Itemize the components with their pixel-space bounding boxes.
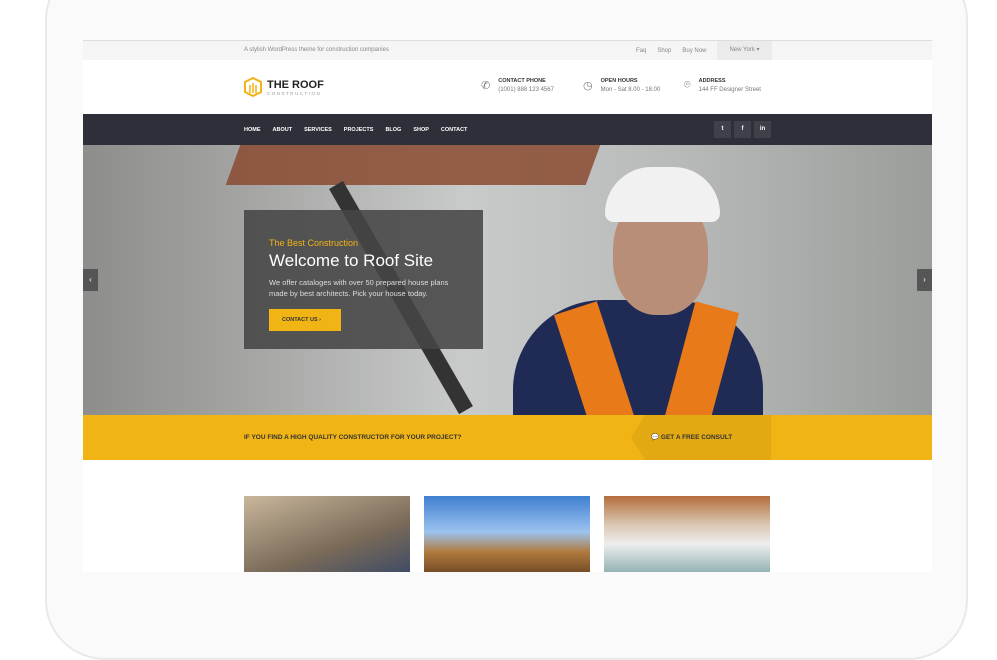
facebook-icon[interactable]: f: [734, 121, 751, 138]
card-image[interactable]: [244, 496, 410, 572]
linkedin-icon[interactable]: in: [754, 121, 771, 138]
info-value: (1001) 888 123 4567: [498, 87, 554, 93]
info-label: CONTACT PHONE: [498, 78, 546, 84]
chat-icon: 💬: [651, 434, 660, 441]
main-nav: HOME ABOUT SERVICES PROJECTS BLOG SHOP C…: [83, 114, 932, 145]
header: THE ROOF CONSTRUCTION ✆ CONTACT PHONE (1001…: [83, 60, 932, 114]
cta-question: IF YOU FIND A HIGH QUALITY CONSTRUCTOR F…: [244, 434, 462, 441]
clock-icon: ◷: [583, 80, 593, 92]
contact-us-button[interactable]: CONTACT US ›: [269, 309, 341, 331]
twitter-icon[interactable]: t: [714, 121, 731, 138]
tagline: A stylish WordPress theme for constructi…: [244, 47, 389, 53]
info-label: OPEN HOURS: [600, 78, 638, 84]
nav-shop[interactable]: SHOP: [413, 127, 429, 133]
nav-blog[interactable]: BLOG: [385, 127, 401, 133]
map-pin-icon: ⌾: [684, 79, 691, 91]
nav-services[interactable]: SERVICES: [304, 127, 332, 133]
hero-subtitle: The Best Construction: [269, 238, 359, 248]
prev-slide-arrow-icon[interactable]: ‹: [83, 269, 98, 291]
address: ⌾ ADDRESS 144 FF Designer Street: [684, 78, 761, 93]
open-hours: ◷ OPEN HOURS Mon - Sat 8.00 - 18.00: [583, 78, 660, 93]
website: A stylish WordPress theme for constructi…: [83, 40, 932, 572]
card-image[interactable]: [424, 496, 590, 572]
logo-title: THE ROOF: [267, 78, 324, 91]
hero-caption: The Best Construction Welcome to Roof Si…: [244, 210, 483, 349]
consult-label: GET A FREE CONSULT: [660, 434, 733, 441]
cta-bar: IF YOU FIND A HIGH QUALITY CONSTRUCTOR F…: [83, 415, 932, 460]
hero-title: Welcome to Roof Site: [269, 251, 434, 270]
next-slide-arrow-icon[interactable]: ›: [917, 269, 932, 291]
free-consult-button[interactable]: 💬 GET A FREE CONSULT: [631, 415, 771, 460]
info-value: Mon - Sat 8.00 - 18.00: [600, 87, 661, 93]
hero-text: We offer cataloges with over 50 prepared…: [269, 278, 449, 298]
service-cards: [244, 496, 770, 572]
buy-now-link[interactable]: Buy Now: [682, 48, 706, 54]
city-select[interactable]: New York ▾: [717, 41, 772, 60]
logo[interactable]: THE ROOF CONSTRUCTION: [244, 77, 324, 97]
faq-link[interactable]: Faq: [636, 48, 646, 54]
nav-contact[interactable]: CONTACT: [441, 127, 467, 133]
logo-icon: [244, 77, 262, 97]
logo-subtitle: CONSTRUCTION: [267, 90, 322, 96]
nav-about[interactable]: ABOUT: [273, 127, 293, 133]
nav-home[interactable]: HOME: [244, 127, 261, 133]
top-bar: A stylish WordPress theme for constructi…: [83, 41, 932, 60]
hero-slider: The Best Construction Welcome to Roof Si…: [83, 145, 932, 415]
city-value: New York: [729, 47, 755, 53]
card-image[interactable]: [604, 496, 770, 572]
info-label: ADDRESS: [698, 78, 726, 84]
contact-phone: ✆ CONTACT PHONE (1001) 888 123 4567: [481, 78, 554, 93]
nav-projects[interactable]: PROJECTS: [344, 127, 374, 133]
phone-icon: ✆: [481, 80, 491, 92]
info-value: 144 FF Designer Street: [698, 87, 761, 93]
hero-image-worker: [513, 165, 763, 415]
shop-link[interactable]: Shop: [657, 48, 671, 54]
